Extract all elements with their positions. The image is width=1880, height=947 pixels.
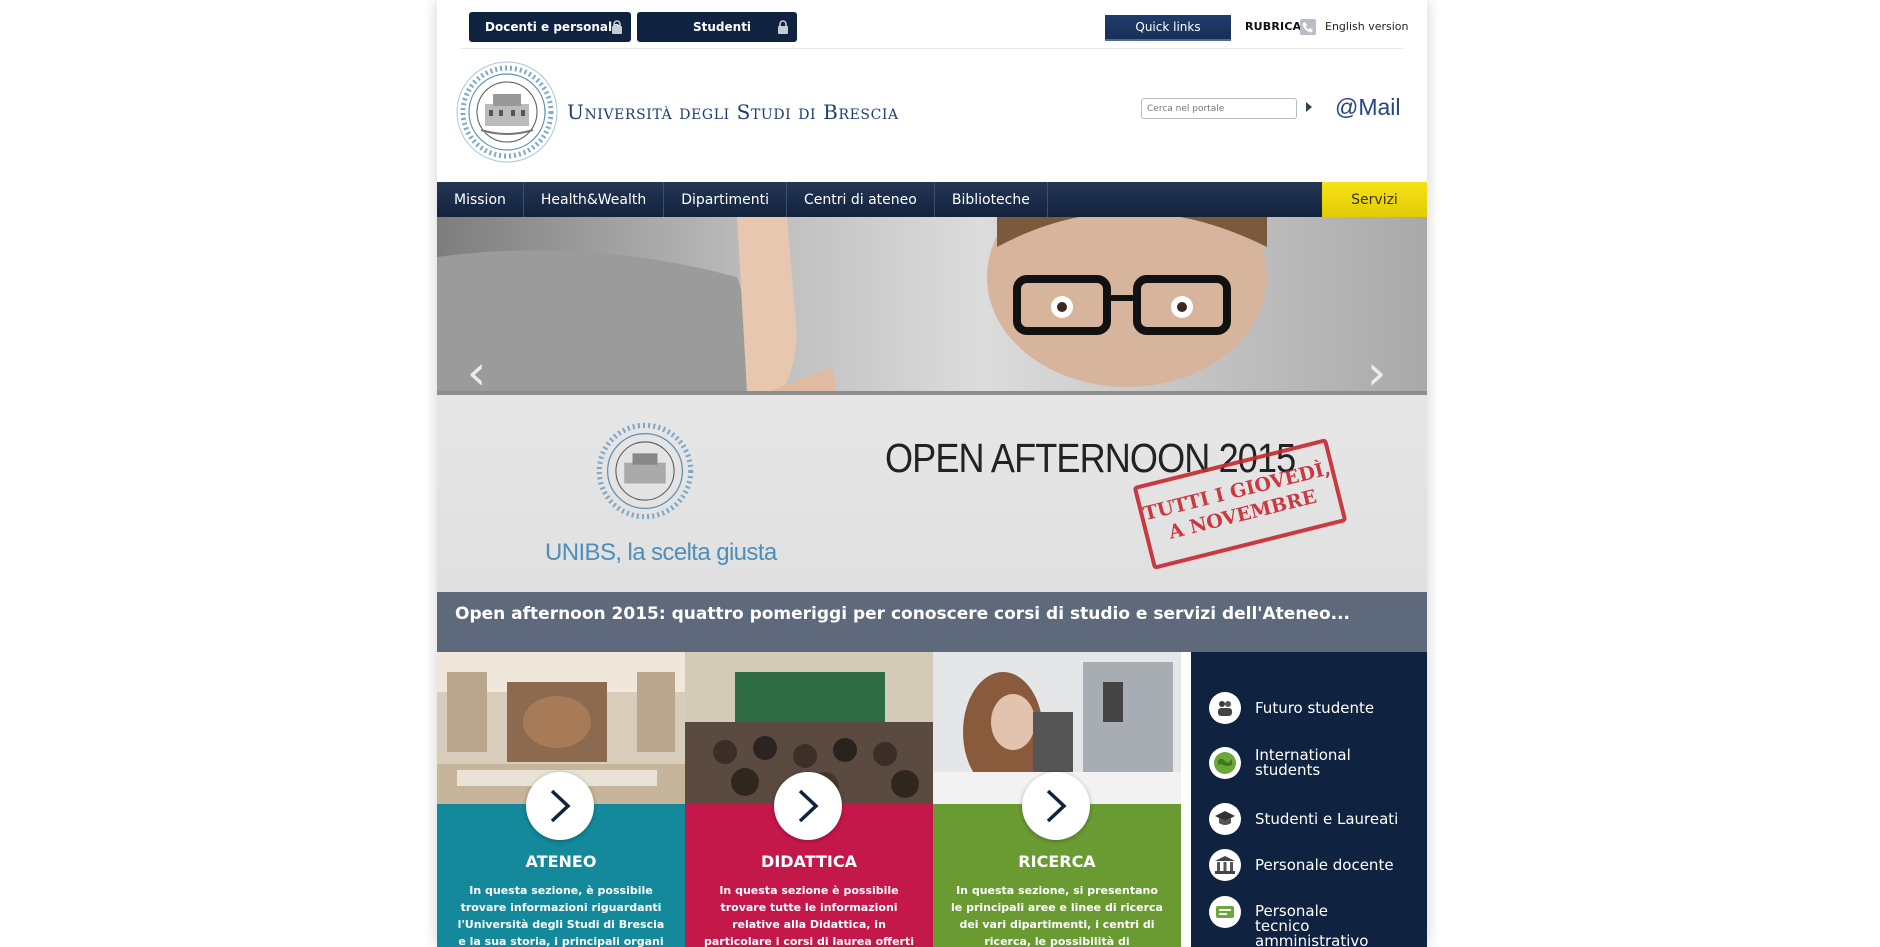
ricerca-title: RICERCA: [1018, 852, 1096, 871]
search-arrow-icon[interactable]: [1306, 102, 1312, 112]
phone-icon[interactable]: [1300, 19, 1316, 35]
main-nav: Mission Health&Wealth Dipartimenti Centr…: [437, 182, 1427, 217]
lock-icon: [612, 20, 622, 34]
panel-item-international[interactable]: International students: [1209, 747, 1355, 779]
ricerca-arrow-button[interactable]: [1022, 772, 1090, 840]
banner-caption[interactable]: Open afternoon 2015: quattro pomeriggi p…: [437, 592, 1427, 652]
english-version-link[interactable]: English version: [1325, 20, 1409, 33]
prev-slide-icon[interactable]: ‹: [467, 349, 486, 397]
rubrica-link[interactable]: RUBRICA: [1245, 20, 1301, 33]
panel-item-label: Futuro studente: [1255, 699, 1375, 717]
nav-item-mission[interactable]: Mission: [437, 182, 524, 217]
nav-item-biblioteche[interactable]: Biblioteche: [935, 182, 1048, 217]
panel-item-label: Personale docente: [1255, 856, 1394, 874]
studenti-login-label: Studenti: [693, 20, 752, 34]
chevron-right-icon: [1046, 789, 1067, 823]
page-container: Docenti e personale Studenti Quick links…: [437, 0, 1427, 947]
graduation-cap-icon: [1209, 803, 1241, 835]
panel-item-label: International students: [1255, 746, 1351, 779]
chevron-right-icon: [550, 789, 571, 823]
nav-item-dipartimenti[interactable]: Dipartimenti: [664, 182, 788, 217]
panel-item-studenti-laureati[interactable]: Studenti e Laureati: [1209, 803, 1398, 835]
didattica-title: DIDATTICA: [761, 852, 857, 871]
panel-item-personale-tecnico[interactable]: Personale tecnico amministrativo: [1209, 896, 1385, 947]
docenti-login-button[interactable]: Docenti e personale: [469, 12, 631, 42]
banner-seal-logo: [596, 422, 694, 520]
banner-illustration: [437, 217, 1267, 392]
studenti-login-button[interactable]: Studenti: [637, 12, 797, 42]
quick-links-button[interactable]: Quick links: [1105, 15, 1231, 41]
next-slide-icon[interactable]: ›: [1367, 349, 1386, 397]
didattica-description: In questa sezione è possibile trovare tu…: [703, 884, 914, 947]
chevron-right-icon: [798, 789, 819, 823]
nav-item-health-wealth[interactable]: Health&Wealth: [524, 182, 665, 217]
page: { "topbar": { "docenti_label": "Docenti …: [0, 0, 1880, 947]
seal-logo[interactable]: [455, 60, 559, 164]
ateneo-description: In questa sezione, è possibile trovare i…: [457, 884, 665, 947]
building-icon: [1209, 849, 1241, 881]
university-title[interactable]: Università degli Studi di Brescia: [567, 100, 899, 124]
tile-ateneo[interactable]: ATENEO In questa sezione, è possibile tr…: [437, 652, 685, 947]
search-input[interactable]: [1141, 98, 1297, 119]
ateneo-title: ATENEO: [525, 852, 597, 871]
docenti-login-label: Docenti e personale: [485, 20, 621, 34]
panel-item-futuro-studente[interactable]: Futuro studente: [1209, 692, 1374, 724]
panel-item-label: Studenti e Laureati: [1255, 810, 1399, 828]
mail-link[interactable]: @Mail: [1335, 94, 1401, 121]
lock-icon: [778, 20, 788, 34]
nav-item-servizi[interactable]: Servizi: [1322, 182, 1427, 217]
banner-divider: [437, 391, 1427, 395]
tile-ricerca[interactable]: RICERCA In questa sezione, si presentano…: [933, 652, 1181, 947]
banner-tagline: UNIBS, la scelta giusta: [545, 539, 777, 566]
hero-banner[interactable]: ‹ › OPEN AFTERNOON 2015 TUTTI I GIOVEDÌ,…: [437, 217, 1427, 592]
banner-photo: [437, 217, 1427, 392]
didattica-arrow-button[interactable]: [774, 772, 842, 840]
nav-item-centri[interactable]: Centri di ateneo: [787, 182, 935, 217]
top-divider: [461, 48, 1403, 49]
people-icon: [1209, 692, 1241, 724]
panel-item-personale-docente[interactable]: Personale docente: [1209, 849, 1394, 881]
panel-item-label: Personale tecnico amministrativo: [1255, 902, 1369, 947]
ateneo-arrow-button[interactable]: [526, 772, 594, 840]
audience-panel: Futuro studente International students S…: [1191, 652, 1427, 947]
globe-icon: [1209, 747, 1241, 779]
ricerca-description: In questa sezione, si presentano le prin…: [951, 884, 1163, 947]
admin-icon: [1209, 896, 1241, 928]
tile-didattica[interactable]: DIDATTICA In questa sezione è possibile …: [685, 652, 933, 947]
